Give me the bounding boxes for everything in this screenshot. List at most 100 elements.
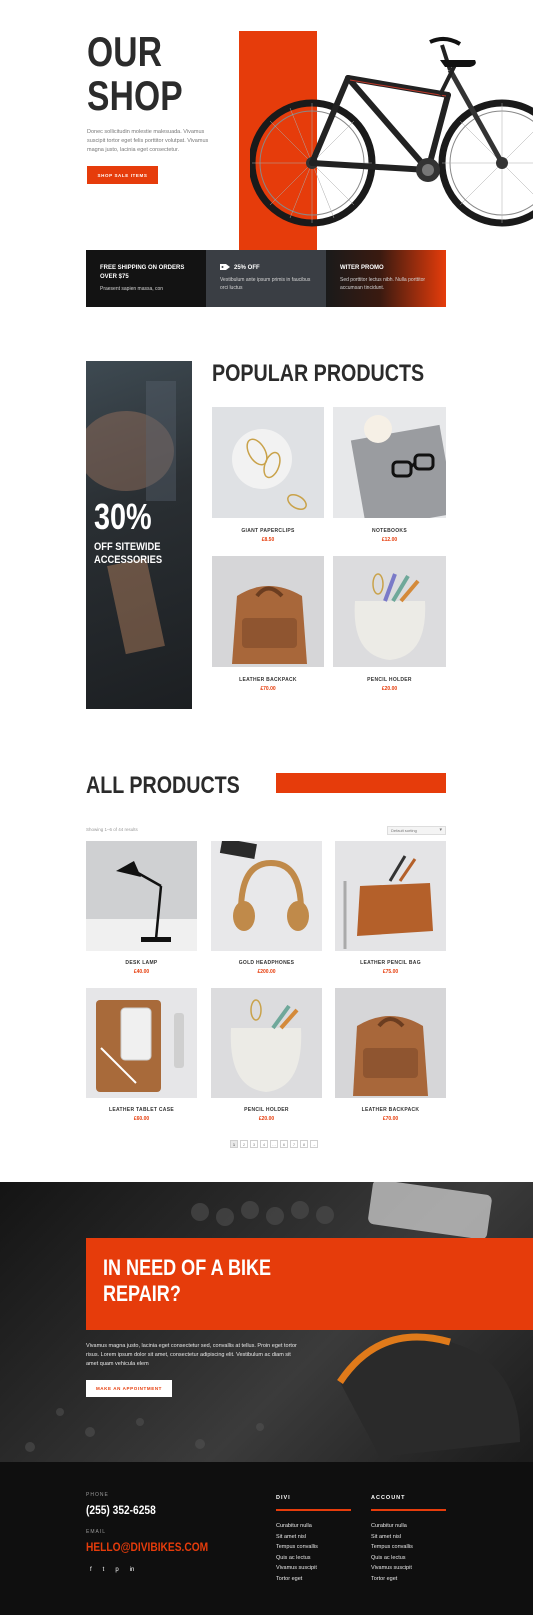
footer-link[interactable]: Sit amet nisl [371, 1532, 446, 1543]
footer-column-title: ACCOUNT [371, 1495, 406, 1501]
footer-link[interactable]: Vivamus suscipit [371, 1563, 446, 1574]
page-link[interactable]: 3 [250, 1140, 258, 1148]
product-image[interactable] [212, 556, 324, 667]
product-price: £200.00 [257, 969, 276, 975]
all-products-title: ALL PRODUCTS [86, 772, 240, 799]
product-image[interactable] [211, 988, 322, 1098]
product-image[interactable] [212, 407, 324, 518]
product-card[interactable]: LEATHER PENCIL BAG £75.00 [335, 841, 446, 975]
promo-free-shipping: FREE SHIPPING ON ORDERS OVER $75 Praesen… [86, 250, 206, 307]
footer-column-divi: DIVI Curabitur nulla Sit amet nisl Tempu… [276, 1495, 351, 1585]
footer-column-account: ACCOUNT Curabitur nulla Sit amet nisl Te… [371, 1495, 446, 1585]
hand-image [86, 381, 176, 501]
product-card[interactable]: NOTEBOOKS £12.00 [333, 407, 446, 543]
page-link[interactable]: 4 [260, 1140, 268, 1148]
footer-link[interactable]: Tempus convallis [276, 1542, 351, 1553]
chevron-down-icon: ▾ [439, 827, 442, 833]
product-image[interactable] [211, 841, 322, 951]
footer-link[interactable]: Tempus convallis [371, 1542, 446, 1553]
product-name[interactable]: GIANT PAPERCLIPS [212, 528, 324, 534]
product-name[interactable]: LEATHER BACKPACK [335, 1107, 446, 1113]
product-price: £70.00 [260, 686, 276, 692]
product-price: £60.00 [133, 1116, 150, 1122]
footer-link[interactable]: Curabitur nulla [276, 1521, 351, 1532]
page-link[interactable]: 2 [240, 1140, 248, 1148]
promo-title: FREE SHIPPING ON ORDERS OVER $75 [100, 265, 185, 280]
sort-select[interactable]: Default sorting ▾ [387, 826, 446, 835]
repair-title: IN NEED OF A BIKE REPAIR? [103, 1255, 272, 1306]
product-image[interactable] [335, 841, 446, 951]
product-image[interactable] [333, 556, 446, 667]
product-image[interactable] [86, 988, 197, 1098]
footer-column-title: DIVI [276, 1495, 291, 1501]
product-name[interactable]: NOTEBOOKS [333, 528, 446, 534]
make-appointment-button[interactable]: MAKE AN APPOINTMENT [86, 1380, 172, 1397]
footer-link[interactable]: Tortor eget [276, 1574, 351, 1585]
pagination: 1 2 3 4 … 6 7 8 → [230, 1140, 318, 1148]
footer-link[interactable]: Curabitur nulla [371, 1521, 446, 1532]
footer-column-underline [371, 1509, 446, 1511]
product-price: £8.50 [261, 537, 275, 543]
sale-banner[interactable]: 30% OFF SITEWIDE ACCESSORIES [86, 361, 192, 709]
facebook-icon[interactable]: f [90, 1567, 92, 1573]
product-image[interactable] [335, 988, 446, 1098]
promo-discount: 25% OFF Vestibulum ante ipsum primis in … [206, 250, 326, 307]
footer-link[interactable]: Vivamus suscipit [276, 1563, 351, 1574]
page-link[interactable]: 1 [230, 1140, 238, 1148]
product-card[interactable]: LEATHER TABLET CASE £60.00 [86, 988, 197, 1122]
footer [0, 1462, 533, 1615]
product-image[interactable] [333, 407, 446, 518]
product-name[interactable]: DESK LAMP [86, 960, 197, 966]
promo-text: Praesent sapien massa, con [100, 286, 164, 292]
hero-title-line2: SHOP [87, 72, 183, 119]
product-name[interactable]: LEATHER BACKPACK [212, 677, 324, 683]
product-card[interactable]: GIANT PAPERCLIPS £8.50 [212, 407, 324, 543]
phone-number[interactable]: (255) 352-6258 [86, 1503, 156, 1517]
product-image[interactable] [86, 841, 197, 951]
product-name[interactable]: GOLD HEADPHONES [211, 960, 322, 966]
footer-link[interactable]: Tortor eget [371, 1574, 446, 1585]
promo-winter: WITER PROMO Sed porttitor lectus nibh. N… [326, 250, 446, 307]
product-name[interactable]: LEATHER TABLET CASE [86, 1107, 197, 1113]
page-link[interactable]: 6 [280, 1140, 288, 1148]
footer-column-underline [276, 1509, 351, 1511]
product-card[interactable]: PENCIL HOLDER £20.00 [211, 988, 322, 1122]
twitter-icon[interactable]: t [103, 1567, 105, 1573]
product-name[interactable]: PENCIL HOLDER [211, 1107, 322, 1113]
tag-icon [220, 264, 230, 270]
accent-bar [276, 773, 446, 793]
pinterest-icon[interactable]: p [115, 1567, 118, 1573]
product-card[interactable]: PENCIL HOLDER £20.00 [333, 556, 446, 692]
sale-text: OFF SITEWIDE ACCESSORIES [94, 541, 163, 566]
hero-text: Donec sollicitudin molestie malesuada. V… [87, 129, 209, 153]
social-links: f t p in [90, 1567, 134, 1573]
hero-title-line1: OUR [87, 28, 163, 75]
hero-title: OUR SHOP [87, 28, 183, 119]
email-address[interactable]: HELLO@DIVIBIKES.COM [86, 1540, 208, 1554]
product-name[interactable]: LEATHER PENCIL BAG [335, 960, 446, 966]
product-card[interactable]: LEATHER BACKPACK £70.00 [212, 556, 324, 692]
product-card[interactable]: LEATHER BACKPACK £70.00 [335, 988, 446, 1122]
sort-select-value: Default sorting [391, 828, 417, 833]
promo-text: Vestibulum ante ipsum primis in faucibus… [220, 277, 311, 291]
product-card[interactable]: GOLD HEADPHONES £200.00 [211, 841, 322, 975]
footer-link[interactable]: Quis ac lectus [276, 1553, 351, 1564]
product-price: £75.00 [382, 969, 399, 975]
product-card[interactable]: DESK LAMP £40.00 [86, 841, 197, 975]
product-price: £12.00 [381, 537, 398, 543]
footer-link[interactable]: Quis ac lectus [371, 1553, 446, 1564]
shop-sale-button[interactable]: SHOP SALE ITEMS [87, 166, 158, 184]
email-label: EMAIL [86, 1529, 107, 1535]
repair-text: Vivamus magna justo, lacinia eget consec… [86, 1343, 297, 1367]
product-name[interactable]: PENCIL HOLDER [333, 677, 446, 683]
product-price: £70.00 [382, 1116, 399, 1122]
tool-image [107, 557, 165, 655]
footer-link[interactable]: Sit amet nisl [276, 1532, 351, 1543]
product-price: £20.00 [258, 1116, 275, 1122]
popular-title: POPULAR PRODUCTS [212, 360, 425, 387]
page-link[interactable]: 8 [300, 1140, 308, 1148]
linkedin-icon[interactable]: in [130, 1567, 135, 1573]
page-link[interactable]: 7 [290, 1140, 298, 1148]
page-ellipsis: … [270, 1140, 278, 1148]
next-page-arrow-icon[interactable]: → [310, 1140, 318, 1148]
